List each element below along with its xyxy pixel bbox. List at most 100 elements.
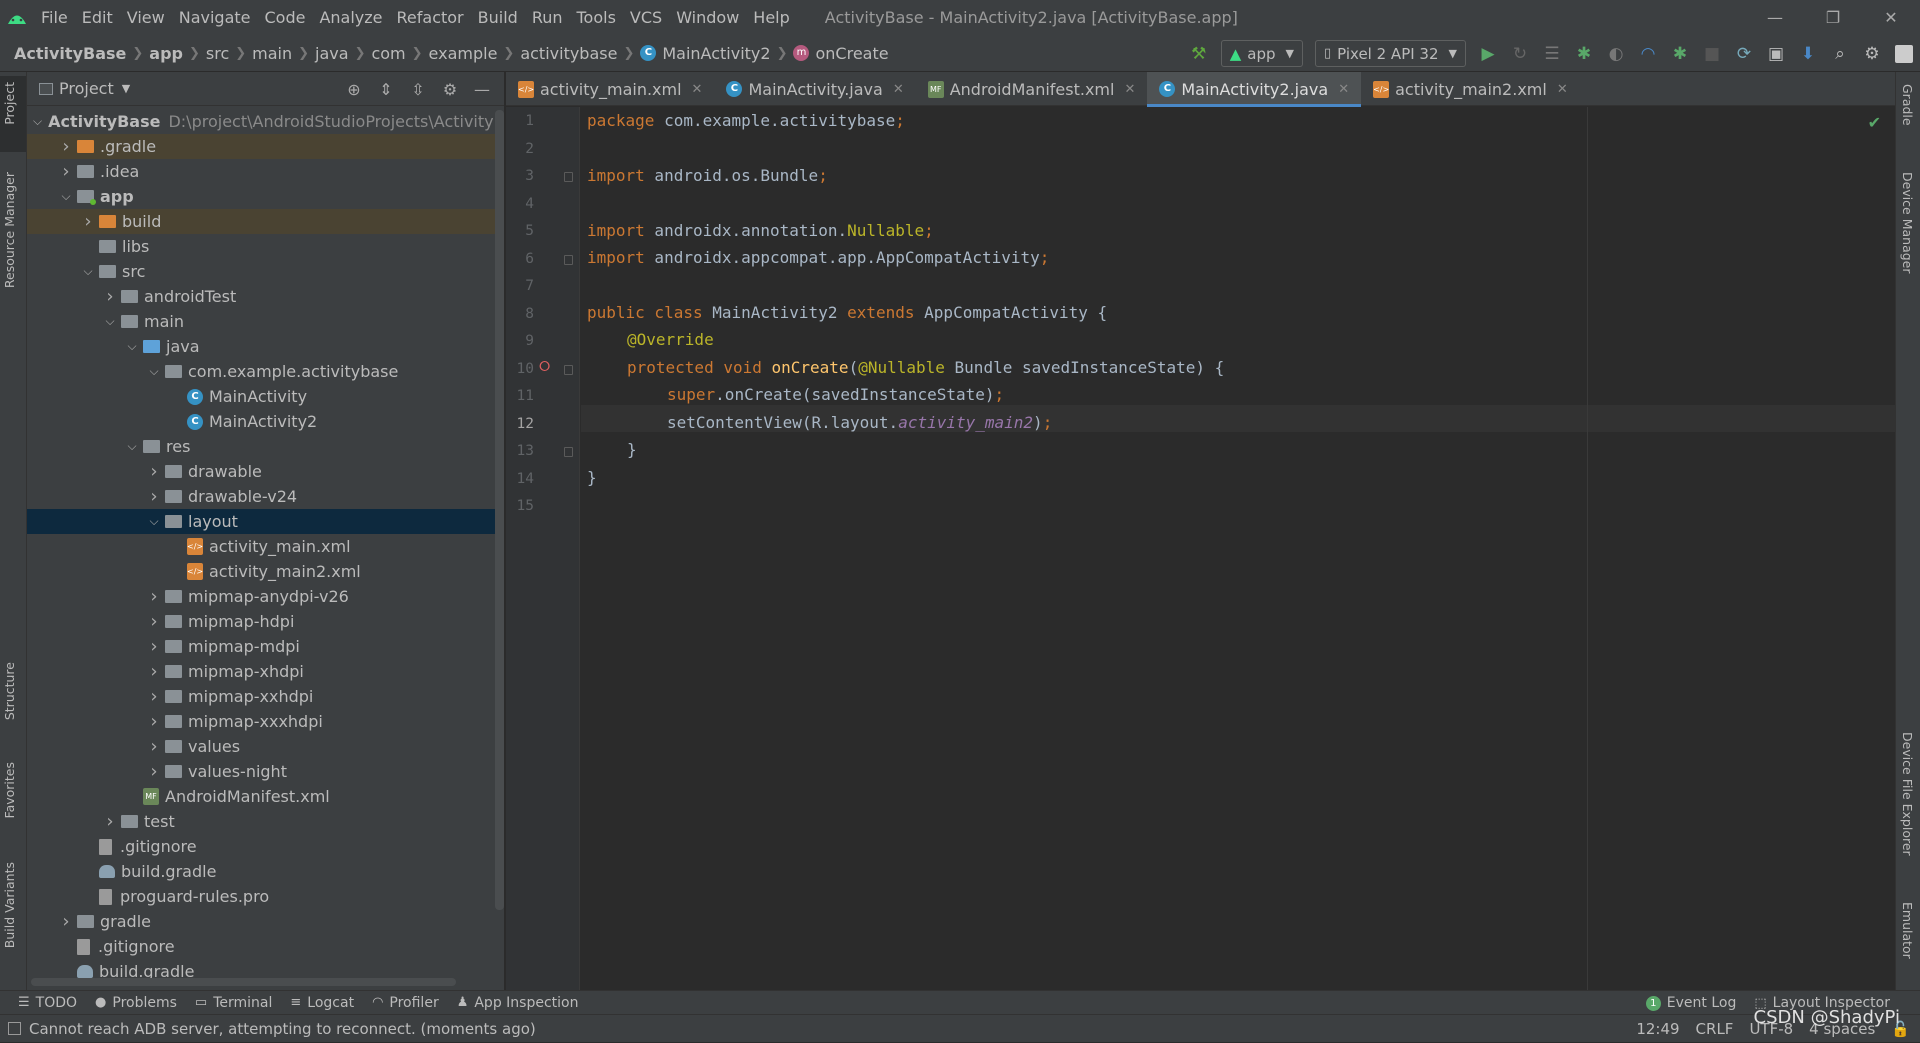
bottom-tab-app-inspection[interactable]: ♟ App Inspection <box>457 995 579 1011</box>
status-message[interactable]: Cannot reach ADB server, attempting to r… <box>29 1020 536 1038</box>
gear-icon[interactable]: ⚙ <box>434 80 466 99</box>
breadcrumb-item[interactable]: C MainActivity2 ❯ <box>640 44 793 63</box>
chevron-right-icon[interactable]: › <box>99 286 121 307</box>
breadcrumb-item[interactable]: java ❯ <box>315 44 371 63</box>
editor-tab[interactable]: </> activity_main.xml ✕ <box>506 72 714 106</box>
tool-tab-device-manager[interactable]: Device Manager <box>1900 172 1915 274</box>
chevron-down-icon[interactable]: ⌵ <box>55 189 77 204</box>
tree-item[interactable]: › drawable-v24 <box>27 484 504 509</box>
menu-code[interactable]: Code <box>258 0 313 35</box>
chevron-right-icon[interactable]: › <box>55 911 77 932</box>
run-config-select[interactable]: ▲ app ▼ <box>1220 40 1303 67</box>
hide-icon[interactable]: — <box>466 80 498 99</box>
breadcrumb-item[interactable]: app ❯ <box>149 44 206 63</box>
chevron-down-icon[interactable]: ⌵ <box>99 314 121 329</box>
tool-tab-gradle[interactable]: Gradle <box>1900 84 1915 126</box>
tree-item[interactable]: › gradle <box>27 909 504 934</box>
bottom-tab-todo[interactable]: ☰ TODO <box>18 995 77 1011</box>
chevron-down-icon[interactable]: ⌵ <box>77 264 99 279</box>
rerun-icon[interactable]: ↻ <box>1504 35 1536 72</box>
tree-item[interactable]: › build <box>27 209 504 234</box>
tool-tab-resource-manager[interactable]: Resource Manager <box>2 172 17 288</box>
profile-icon[interactable]: ◠ <box>1632 35 1664 72</box>
bottom-tab-problems[interactable]: ● Problems <box>95 995 177 1011</box>
tree-item[interactable]: ⌵ main <box>27 309 504 334</box>
tree-item[interactable]: ⌵ res <box>27 434 504 459</box>
tree-item[interactable]: › values <box>27 734 504 759</box>
tree-item[interactable]: › drawable <box>27 459 504 484</box>
tree-item[interactable]: .gitignore <box>27 834 504 859</box>
bottom-tab-profiler[interactable]: ◠ Profiler <box>372 995 439 1011</box>
menu-file[interactable]: File <box>34 0 75 35</box>
chevron-right-icon[interactable]: › <box>143 461 165 482</box>
menu-run[interactable]: Run <box>525 0 570 35</box>
tool-window-toggle-icon[interactable] <box>8 1022 21 1035</box>
restore-icon[interactable]: ❐ <box>1804 0 1862 35</box>
device-manager-icon[interactable]: ▣ <box>1760 35 1792 72</box>
chevron-down-icon[interactable]: ⌵ <box>121 439 143 454</box>
tree-item[interactable]: .gitignore <box>27 934 504 959</box>
tool-tab-build-variants[interactable]: Build Variants <box>2 862 17 948</box>
breadcrumb-item[interactable]: src ❯ <box>206 44 252 63</box>
editor-tab[interactable]: C MainActivity.java ✕ <box>714 72 915 106</box>
menu-window[interactable]: Window <box>669 0 746 35</box>
menu-build[interactable]: Build <box>471 0 525 35</box>
tree-item[interactable]: › .gradle <box>27 134 504 159</box>
debug-icon[interactable]: ✱ <box>1568 35 1600 72</box>
tree-item[interactable]: › test <box>27 809 504 834</box>
breadcrumb-item[interactable]: activitybase ❯ <box>520 44 640 63</box>
breadcrumb-item[interactable]: example ❯ <box>429 44 521 63</box>
fold-icon[interactable] <box>564 254 573 265</box>
chevron-right-icon[interactable]: › <box>55 136 77 157</box>
chevron-down-icon[interactable]: ⌵ <box>143 514 165 529</box>
expand-all-icon[interactable]: ⇕ <box>370 80 402 99</box>
tree-item[interactable]: › mipmap-xxxhdpi <box>27 709 504 734</box>
search-icon[interactable]: ⌕ <box>1824 35 1856 72</box>
editor-tab[interactable]: MF AndroidManifest.xml ✕ <box>916 72 1148 106</box>
chevron-right-icon[interactable]: › <box>143 736 165 757</box>
tree-item[interactable]: </> activity_main.xml <box>27 534 504 559</box>
event-log-tab[interactable]: 1 Event Log <box>1645 995 1736 1011</box>
breadcrumb-item[interactable]: ActivityBase ❯ <box>14 44 149 63</box>
tool-tab-project[interactable]: Project <box>2 82 17 125</box>
tree-item[interactable]: ⌵ layout <box>27 509 504 534</box>
chevron-right-icon[interactable]: › <box>143 636 165 657</box>
close-tab-icon[interactable]: ✕ <box>893 82 904 97</box>
stop-icon[interactable]: ■ <box>1696 35 1728 72</box>
chevron-right-icon[interactable]: › <box>77 211 99 232</box>
menu-navigate[interactable]: Navigate <box>172 0 258 35</box>
line-separator[interactable]: CRLF <box>1696 1020 1734 1038</box>
bottom-tab-logcat[interactable]: ≡ Logcat <box>290 995 354 1011</box>
chevron-right-icon[interactable]: › <box>99 811 121 832</box>
hammer-build-icon[interactable]: ⚒ <box>1183 35 1215 72</box>
tool-tab-device-file-explorer[interactable]: Device File Explorer <box>1900 732 1915 856</box>
caret-position[interactable]: 12:49 <box>1636 1020 1679 1038</box>
menu-analyze[interactable]: Analyze <box>312 0 389 35</box>
tree-item[interactable]: › .idea <box>27 159 504 184</box>
avatar-icon[interactable] <box>1888 35 1920 72</box>
close-tab-icon[interactable]: ✕ <box>1557 82 1568 97</box>
code-editor[interactable]: ✔ package com.example.activitybase; impo… <box>581 107 1895 990</box>
chevron-down-icon[interactable]: ▼ <box>122 82 130 95</box>
coverage-icon[interactable]: ◐ <box>1600 35 1632 72</box>
sdk-manager-icon[interactable]: ⬇ <box>1792 35 1824 72</box>
override-method-icon[interactable]: ⭘ <box>539 359 550 375</box>
breadcrumb-item[interactable]: main ❯ <box>252 44 315 63</box>
chevron-right-icon[interactable]: › <box>143 611 165 632</box>
attach-debugger-icon[interactable]: ✱ <box>1664 35 1696 72</box>
tree-item[interactable]: › mipmap-mdpi <box>27 634 504 659</box>
chevron-down-icon[interactable]: ⌵ <box>143 364 165 379</box>
menu-view[interactable]: View <box>120 0 172 35</box>
horizontal-scrollbar[interactable] <box>31 978 456 986</box>
tree-item[interactable]: › androidTest <box>27 284 504 309</box>
chevron-right-icon[interactable]: › <box>143 486 165 507</box>
project-view-title[interactable]: Project <box>59 79 114 98</box>
tree-item[interactable]: › mipmap-xhdpi <box>27 659 504 684</box>
run-icon[interactable]: ▶ <box>1472 35 1504 72</box>
locate-icon[interactable]: ⊕ <box>338 80 370 99</box>
bottom-tab-terminal[interactable]: ▭ Terminal <box>195 995 272 1011</box>
apply-changes-icon[interactable]: ☰ <box>1536 35 1568 72</box>
chevron-right-icon[interactable]: › <box>143 686 165 707</box>
fold-icon[interactable] <box>564 172 573 182</box>
tree-item[interactable]: build.gradle <box>27 859 504 884</box>
